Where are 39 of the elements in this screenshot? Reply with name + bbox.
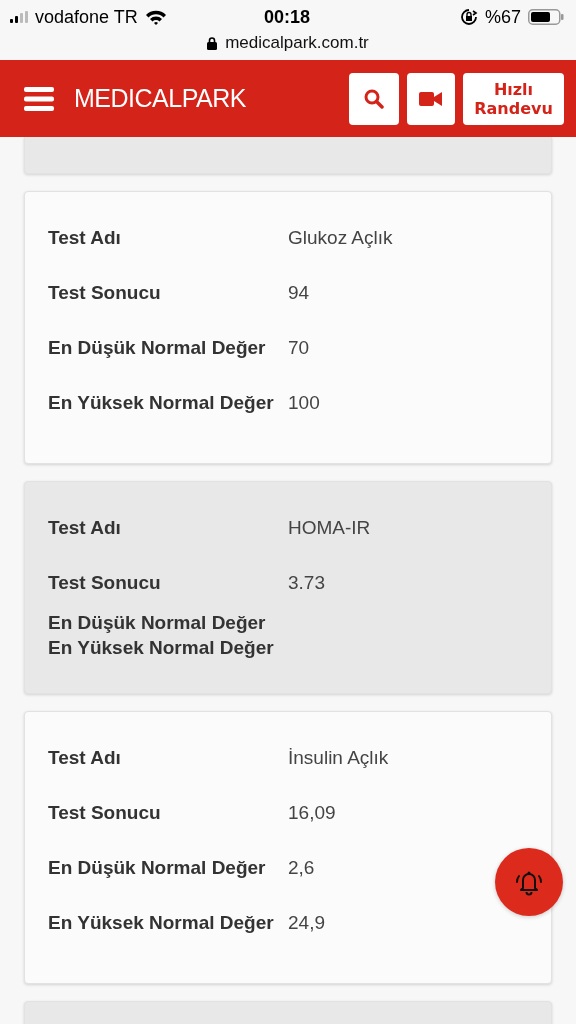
field-value: 16,09 (288, 801, 336, 824)
field-label: Test Adı (48, 516, 122, 539)
site-logo[interactable]: MEDICALPARK (74, 84, 246, 113)
field-label: En Yüksek Normal Değer (48, 636, 275, 659)
field-label: Test Adı (48, 746, 122, 769)
search-button[interactable] (349, 72, 399, 125)
field-value: İnsulin Açlık (288, 746, 389, 769)
field-label: En Düşük Normal Değer (48, 336, 267, 359)
menu-icon (24, 86, 54, 111)
battery-icon (528, 9, 564, 25)
battery-percent: %67 (484, 6, 521, 28)
field-label: En Yüksek Normal Değer (48, 911, 275, 934)
field-label: En Düşük Normal Değer (48, 611, 267, 634)
field-value: 70 (288, 336, 310, 359)
carrier-name: vodafone TR (35, 6, 138, 28)
field-label: En Düşük Normal Değer (48, 856, 267, 879)
appointment-button[interactable]: Hızlı Randevu (463, 72, 564, 125)
clock-time: 00:18 (263, 6, 310, 28)
field-value: 24,9 (288, 911, 325, 934)
lock-icon (207, 36, 218, 50)
field-value: 2,6 (288, 856, 315, 879)
video-camera-icon (419, 90, 443, 107)
field-label: Test Sonucu (48, 281, 162, 304)
search-icon (364, 88, 384, 109)
field-label: Test Adı (48, 226, 122, 249)
menu-button[interactable] (24, 86, 54, 111)
address-bar[interactable]: medicalpark.com.tr (178, 31, 398, 55)
video-call-button[interactable] (407, 72, 455, 125)
field-value: HOMA-IR (288, 516, 371, 539)
signal-icon (10, 11, 28, 23)
field-value: 94 (288, 281, 310, 304)
field-label: Test Sonucu (48, 801, 162, 824)
field-value: 3.73 (288, 571, 325, 594)
wifi-icon (144, 9, 167, 25)
rotation-lock-icon (459, 8, 478, 26)
field-label: Test Sonucu (48, 571, 162, 594)
field-value: Glukoz Açlık (288, 226, 393, 249)
field-value: 100 (288, 391, 320, 414)
field-label: En Yüksek Normal Değer (48, 391, 275, 414)
